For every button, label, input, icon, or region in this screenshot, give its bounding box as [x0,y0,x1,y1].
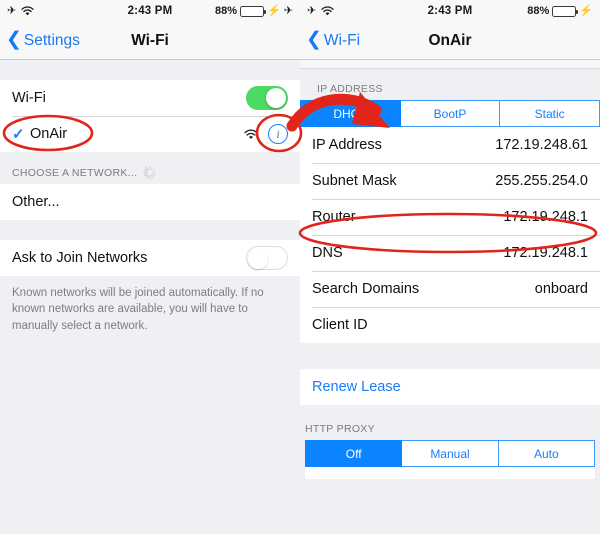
detail-value: onboard [534,281,588,297]
detail-value: 172.19.248.1 [503,245,588,261]
battery-percent: 88% [215,5,238,17]
wifi-toggle-group: Wi-Fi ✓ OnAir i [0,80,300,152]
clipped-row-above [300,60,600,69]
spacer-3 [300,343,600,369]
nav-bar-left: ❮ Settings Wi-Fi [0,22,300,60]
table-row[interactable]: Subnet Mask 255.255.254.0 [300,163,600,199]
airplane-icon-right: ✈ [283,4,293,17]
row-network-onair[interactable]: ✓ OnAir i [0,116,300,152]
section-header-http-proxy: HTTP PROXY [300,405,600,440]
table-row[interactable]: DNS 172.19.248.1 [300,235,600,271]
ip-mode-segmented-control[interactable]: DHCP BootP Static [300,100,600,127]
detail-value: 255.255.254.0 [495,173,588,189]
section-header-label: CHOOSE A NETWORK... [12,166,138,179]
bolt-icon: ⚡ [579,4,593,17]
status-bar-left: ✈ 2:43 PM 88% ⚡ ✈ [0,0,300,22]
section-header-ip-address: IP ADDRESS [300,69,600,100]
segment-dhcp[interactable]: DHCP [300,100,401,127]
wifi-toggle-switch[interactable] [246,86,288,110]
right-phone-panel: ✈ 2:43 PM 88% ⚡ ❮ Wi-Fi OnAir IP ADDRESS… [300,0,600,534]
wifi-signal-icon [244,129,258,140]
screenshot-root: ✈ 2:43 PM 88% ⚡ ✈ ❮ Settings Wi-Fi Wi-Fi… [0,0,600,534]
section-header-label: HTTP PROXY [305,423,375,435]
back-button-label: Wi-Fi [323,31,361,49]
table-row[interactable]: Search Domains onboard [300,271,600,307]
detail-value: 172.19.248.61 [495,137,588,153]
segment-bootp[interactable]: BootP [400,100,501,127]
segment-off[interactable]: Off [305,440,403,467]
proxy-group-bottom [305,467,595,479]
battery-icon [552,5,579,17]
loading-spinner-icon [143,166,157,179]
detail-label: Client ID [312,317,368,333]
row-other-network[interactable]: Other... [0,184,300,220]
left-phone-panel: ✈ 2:43 PM 88% ⚡ ✈ ❮ Settings Wi-Fi Wi-Fi… [0,0,300,534]
footer-note: Known networks will be joined automatica… [0,276,300,334]
detail-label: Router [312,209,356,225]
battery-icon [240,5,267,17]
row-ask-to-join[interactable]: Ask to Join Networks [0,240,300,276]
chevron-left-icon: ❮ [6,29,22,50]
section-header-label: IP ADDRESS [317,83,383,95]
back-button-wifi[interactable]: ❮ Wi-Fi [300,29,361,50]
battery-percent: 88% [527,5,550,17]
detail-label: Subnet Mask [312,173,397,189]
renew-lease-label: Renew Lease [312,379,401,395]
row-label-wifi: Wi-Fi [12,90,46,106]
table-row[interactable]: IP Address 172.19.248.61 [300,127,600,163]
segment-static[interactable]: Static [500,100,600,127]
ip-details-group: IP Address 172.19.248.61 Subnet Mask 255… [300,127,600,343]
detail-label: DNS [312,245,343,261]
nav-bar-right: ❮ Wi-Fi OnAir [300,22,600,60]
row-label-ask-to-join: Ask to Join Networks [12,250,148,266]
renew-lease-group: Renew Lease [300,369,600,405]
segment-auto[interactable]: Auto [498,440,595,467]
bolt-icon: ⚡ [267,4,281,17]
table-row[interactable]: Client ID [300,307,600,343]
back-button-label: Settings [23,31,80,49]
ask-to-join-group: Ask to Join Networks [0,240,300,276]
detail-value: 172.19.248.1 [503,209,588,225]
spacer [0,60,300,80]
section-header-choose-network: CHOOSE A NETWORK... [0,152,300,184]
row-wifi-toggle[interactable]: Wi-Fi [0,80,300,116]
table-row-router[interactable]: Router 172.19.248.1 [300,199,600,235]
segment-manual[interactable]: Manual [402,440,499,467]
checkmark-icon: ✓ [12,126,25,143]
spacer-2 [0,220,300,240]
row-label-other: Other... [12,194,60,210]
other-network-group: Other... [0,184,300,220]
network-name-label: OnAir [30,126,68,142]
chevron-left-icon: ❮ [306,29,322,50]
detail-label: Search Domains [312,281,420,297]
row-renew-lease[interactable]: Renew Lease [300,369,600,405]
back-button-settings[interactable]: ❮ Settings [0,29,80,50]
status-bar-right: ✈ 2:43 PM 88% ⚡ [300,0,600,22]
detail-label: IP Address [312,137,382,153]
ask-to-join-toggle-switch[interactable] [246,246,288,270]
proxy-mode-segmented-control[interactable]: Off Manual Auto [305,440,595,467]
info-icon[interactable]: i [268,124,288,144]
